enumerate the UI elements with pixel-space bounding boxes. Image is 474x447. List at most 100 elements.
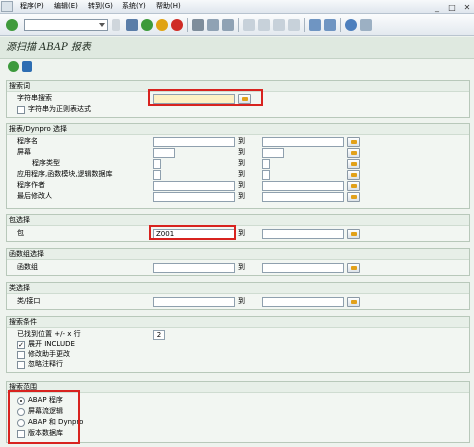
- package-low-input[interactable]: Z001: [153, 229, 235, 239]
- find-next-icon[interactable]: [222, 19, 234, 31]
- execute-icon[interactable]: [8, 61, 19, 72]
- to-label: 到: [238, 263, 245, 271]
- abap-program-radio[interactable]: [17, 397, 25, 405]
- screen-high-input[interactable]: [262, 148, 284, 158]
- program-type-label: 程序类型: [32, 159, 60, 167]
- multiple-selection-button[interactable]: [347, 181, 360, 191]
- find-icon[interactable]: [207, 19, 219, 31]
- program-type-low-input[interactable]: [153, 159, 161, 169]
- menu-edit[interactable]: 编辑(E): [54, 2, 78, 11]
- expand-include-label: 展开 INCLUDE: [28, 340, 75, 348]
- back-icon[interactable]: [141, 19, 153, 31]
- application-toolbar: [0, 60, 474, 74]
- abap-and-dynpro-radio[interactable]: [17, 419, 25, 427]
- cancel-icon[interactable]: [171, 19, 183, 31]
- group-title: 搜索条件: [9, 318, 37, 326]
- application-label: 应用程序,函数模块,逻辑数据库: [17, 170, 113, 178]
- ignore-comments-checkbox[interactable]: [17, 361, 25, 369]
- shortcut-icon[interactable]: [324, 19, 336, 31]
- regex-checkbox[interactable]: [17, 106, 25, 114]
- multiple-selection-button[interactable]: [238, 94, 251, 104]
- menu-help[interactable]: 帮助(H): [156, 2, 181, 11]
- to-label: 到: [238, 170, 245, 178]
- first-page-icon[interactable]: [243, 19, 255, 31]
- program-author-low-input[interactable]: [153, 181, 235, 191]
- last-page-icon[interactable]: [288, 19, 300, 31]
- last-changed-by-high-input[interactable]: [262, 192, 344, 202]
- report-dynpro-group: 报表/Dynpro 选择 程序名 到 屏幕 到 程序类型 到 应用程序,函数模块…: [6, 123, 470, 209]
- standard-toolbar: [0, 14, 474, 36]
- help-icon[interactable]: [345, 19, 357, 31]
- multiple-selection-button[interactable]: [347, 192, 360, 202]
- search-conditions-group: 搜索条件 已找到位置 +/- x 行 2 ✓ 展开 INCLUDE 修改助手更改…: [6, 316, 470, 373]
- save-icon[interactable]: [126, 19, 138, 31]
- menu-program[interactable]: 程序(P): [20, 2, 44, 11]
- last-changed-by-low-input[interactable]: [153, 192, 235, 202]
- program-author-high-input[interactable]: [262, 181, 344, 191]
- window-controls: _ □ ✕: [432, 0, 472, 14]
- command-history-icon[interactable]: [112, 19, 120, 31]
- function-group-high-input[interactable]: [262, 263, 344, 273]
- class-high-input[interactable]: [262, 297, 344, 307]
- group-title: 报表/Dynpro 选择: [9, 125, 68, 133]
- group-header: [7, 283, 469, 294]
- to-label: 到: [238, 181, 245, 189]
- to-label: 到: [238, 229, 245, 237]
- exit-icon[interactable]: [156, 19, 168, 31]
- modification-assistant-checkbox[interactable]: [17, 351, 25, 359]
- multiple-selection-button[interactable]: [347, 159, 360, 169]
- package-high-input[interactable]: [262, 229, 344, 239]
- multiple-selection-button[interactable]: [347, 148, 360, 158]
- multiple-selection-button[interactable]: [347, 297, 360, 307]
- previous-page-icon[interactable]: [258, 19, 270, 31]
- lines-around-label: 已找到位置 +/- x 行: [17, 330, 81, 338]
- class-low-input[interactable]: [153, 297, 235, 307]
- screen-low-input[interactable]: [153, 148, 175, 158]
- function-group-low-input[interactable]: [153, 263, 235, 273]
- program-author-label: 程序作者: [17, 181, 45, 189]
- function-group-label: 函数组: [17, 263, 38, 271]
- group-header: [7, 317, 469, 328]
- print-icon[interactable]: [192, 19, 204, 31]
- screen-flow-logic-label: 屏幕流逻辑: [28, 407, 63, 415]
- enter-icon[interactable]: [6, 19, 18, 31]
- menu-goto[interactable]: 转到(G): [88, 2, 113, 11]
- layout-menu-icon[interactable]: [360, 19, 372, 31]
- menu-bar: 程序(P) 编辑(E) 转到(G) 系统(Y) 帮助(H) _ □ ✕: [0, 0, 474, 14]
- to-label: 到: [238, 148, 245, 156]
- package-label: 包: [17, 229, 24, 237]
- application-low-input[interactable]: [153, 170, 161, 180]
- minimize-icon[interactable]: _: [432, 3, 442, 12]
- multiple-selection-button[interactable]: [347, 263, 360, 273]
- expand-include-checkbox[interactable]: ✓: [17, 341, 25, 349]
- application-high-input[interactable]: [262, 170, 270, 180]
- group-header: [7, 382, 469, 393]
- toolbar-separator: [304, 18, 305, 32]
- version-database-checkbox[interactable]: [17, 430, 25, 438]
- multiple-selection-button[interactable]: [347, 170, 360, 180]
- program-name-label: 程序名: [17, 137, 38, 145]
- multiple-selection-button[interactable]: [347, 137, 360, 147]
- abap-and-dynpro-label: ABAP 和 Dynpro: [28, 418, 84, 426]
- info-icon[interactable]: [22, 61, 32, 72]
- lines-around-input[interactable]: 2: [153, 330, 165, 340]
- program-name-low-input[interactable]: [153, 137, 235, 147]
- command-field[interactable]: [24, 19, 108, 31]
- string-search-input[interactable]: [153, 94, 235, 104]
- close-icon[interactable]: ✕: [462, 3, 472, 12]
- class-label: 类/接口: [17, 297, 41, 305]
- multiple-selection-button[interactable]: [347, 229, 360, 239]
- program-type-high-input[interactable]: [262, 159, 270, 169]
- search-scope-group: 搜索范围 ABAP 程序 屏幕流逻辑 ABAP 和 Dynpro 版本数据库: [6, 381, 470, 443]
- sap-menu-icon[interactable]: [1, 1, 13, 12]
- new-session-icon[interactable]: [309, 19, 321, 31]
- next-page-icon[interactable]: [273, 19, 285, 31]
- program-name-high-input[interactable]: [262, 137, 344, 147]
- page-title: 源扫描 ABAP 报表: [6, 42, 91, 53]
- group-title: 包选择: [9, 216, 30, 224]
- ignore-comments-label: 忽略注释行: [28, 360, 63, 368]
- menu-system[interactable]: 系统(Y): [122, 2, 146, 11]
- maximize-icon[interactable]: □: [447, 3, 457, 12]
- to-label: 到: [238, 297, 245, 305]
- screen-flow-logic-radio[interactable]: [17, 408, 25, 416]
